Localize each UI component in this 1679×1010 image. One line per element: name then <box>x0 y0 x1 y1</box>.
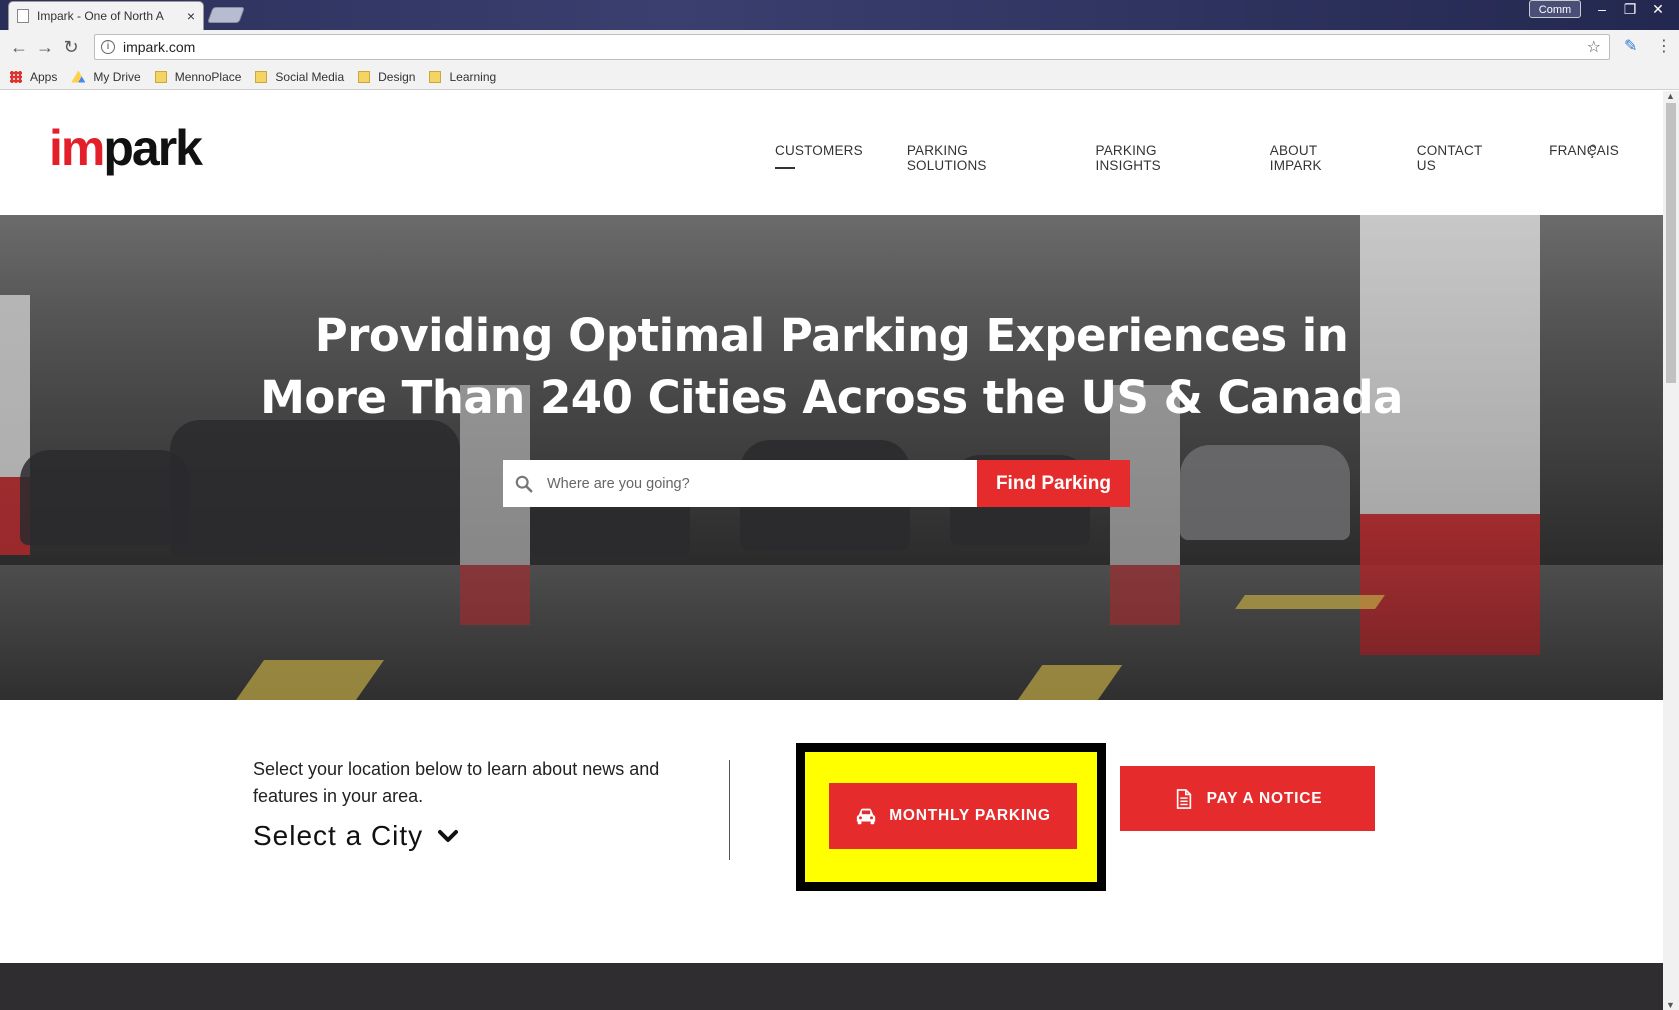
url-text: impark.com <box>123 39 196 55</box>
pay-notice-button[interactable]: PAY A NOTICE <box>1120 766 1375 831</box>
reload-button[interactable]: ↻ <box>58 34 84 60</box>
hero-car <box>170 420 460 555</box>
highlight-box: MONTHLY PARKING <box>796 743 1106 891</box>
find-parking-button[interactable]: Find Parking <box>977 460 1130 507</box>
city-select-label: Select a City <box>253 820 424 851</box>
close-window-button[interactable]: ✕ <box>1645 0 1671 18</box>
folder-icon <box>255 70 268 83</box>
tab-close-icon[interactable]: × <box>187 8 195 24</box>
drive-icon <box>71 70 86 83</box>
hero-title: Providing Optimal Parking Experiences in… <box>0 305 1663 429</box>
monthly-parking-label: MONTHLY PARKING <box>889 807 1051 824</box>
bookmark-my-drive[interactable]: My Drive <box>71 69 141 84</box>
logo-park: park <box>103 120 203 176</box>
nav-contact-us[interactable]: CONTACT US <box>1417 143 1505 173</box>
hero-floor-stripe <box>1235 595 1385 609</box>
location-intro-text: Select your location below to learn abou… <box>253 759 660 806</box>
web-page: impark CUSTOMERS PARKING SOLUTIONS PARKI… <box>0 91 1663 1010</box>
search-icon <box>515 475 533 492</box>
minimize-button[interactable]: – <box>1589 0 1615 18</box>
chevron-down-icon <box>438 830 459 842</box>
bookmark-label: Apps <box>30 69 58 84</box>
bookmark-label: Learning <box>449 69 497 84</box>
destination-placeholder: Where are you going? <box>547 475 690 492</box>
highlight-box-inner: MONTHLY PARKING <box>805 752 1097 882</box>
footer-band <box>0 963 1663 1010</box>
monthly-parking-button[interactable]: MONTHLY PARKING <box>829 783 1077 849</box>
site-header: impark CUSTOMERS PARKING SOLUTIONS PARKI… <box>0 91 1663 215</box>
nav-customers[interactable]: CUSTOMERS <box>775 143 863 173</box>
document-icon <box>1176 788 1191 809</box>
folder-icon <box>154 70 167 83</box>
hero-title-line: Providing Optimal Parking Experiences in <box>314 309 1349 362</box>
hero-banner: Providing Optimal Parking Experiences in… <box>0 215 1663 700</box>
bookmark-mennoplace[interactable]: MennoPlace <box>154 69 242 84</box>
tab-title: Impark - One of North A <box>37 9 164 23</box>
bookmark-apps[interactable]: Apps <box>10 70 57 84</box>
browser-menu-icon[interactable]: ⋮ <box>1656 36 1672 56</box>
nav-francais[interactable]: FRANÇAIS <box>1549 143 1619 173</box>
hero-car <box>20 450 190 545</box>
logo-im: im <box>49 120 105 176</box>
bookmark-design[interactable]: Design <box>358 70 415 84</box>
forward-button[interactable]: → <box>32 34 58 60</box>
page-scrollbar[interactable]: ▲ ▼ <box>1663 91 1679 1010</box>
scrollbar-thumb[interactable] <box>1666 103 1676 383</box>
city-select-dropdown[interactable]: Select a City <box>253 820 459 852</box>
folder-icon <box>358 70 371 83</box>
window-controls: Comm – ❐ ✕ <box>1529 0 1671 18</box>
impark-logo[interactable]: impark <box>49 119 203 177</box>
bookmark-label: Design <box>378 69 416 84</box>
bookmarks-bar: Apps My Drive MennoPlace Social Media De… <box>0 64 1679 90</box>
browser-toolbar: ← → ↻ i impark.com ☆ ✎ ⋮ <box>0 30 1679 64</box>
bookmark-label: My Drive <box>93 69 141 84</box>
browser-tab[interactable]: Impark - One of North A × <box>8 1 204 30</box>
destination-input[interactable]: Where are you going? <box>503 460 977 507</box>
bookmark-label: MennoPlace <box>174 69 242 84</box>
parking-search: Where are you going? Find Parking <box>503 460 1130 507</box>
folder-icon <box>429 70 442 83</box>
browser-titlebar: Impark - One of North A × Comm – ❐ ✕ <box>0 0 1679 30</box>
hero-pillar <box>1360 215 1540 655</box>
nav-search-icon[interactable]: ⌕ <box>1588 137 1598 158</box>
hero-car <box>1180 445 1350 540</box>
hero-title-line: More Than 240 Cities Across the US & Can… <box>260 371 1403 424</box>
page-favicon-icon <box>17 9 29 23</box>
bookmark-star-icon[interactable]: ☆ <box>1587 37 1601 57</box>
nav-parking-solutions[interactable]: PARKING SOLUTIONS <box>907 143 1052 173</box>
back-button[interactable]: ← <box>6 34 32 60</box>
pay-notice-label: PAY A NOTICE <box>1206 789 1323 807</box>
scroll-up-icon[interactable]: ▲ <box>1666 91 1675 101</box>
bookmark-learning[interactable]: Learning <box>429 70 496 84</box>
profile-button[interactable]: Comm <box>1529 0 1581 18</box>
site-info-icon[interactable]: i <box>101 40 115 54</box>
scroll-down-icon[interactable]: ▼ <box>1666 1000 1675 1010</box>
bookmark-social-media[interactable]: Social Media <box>255 70 344 84</box>
main-nav: CUSTOMERS PARKING SOLUTIONS PARKING INSI… <box>775 143 1663 173</box>
car-icon <box>857 808 876 825</box>
section-divider <box>729 760 730 860</box>
new-tab-button[interactable] <box>207 7 245 23</box>
restore-button[interactable]: ❐ <box>1617 0 1643 18</box>
features-section: Select your location below to learn abou… <box>0 700 1663 945</box>
apps-grid-icon <box>10 70 22 83</box>
nav-about-impark[interactable]: ABOUT IMPARK <box>1270 143 1373 173</box>
address-bar[interactable]: i impark.com ☆ <box>94 34 1610 60</box>
bookmark-label: Social Media <box>275 69 345 84</box>
extension-icon[interactable]: ✎ <box>1624 36 1646 58</box>
nav-parking-insights[interactable]: PARKING INSIGHTS <box>1096 143 1226 173</box>
